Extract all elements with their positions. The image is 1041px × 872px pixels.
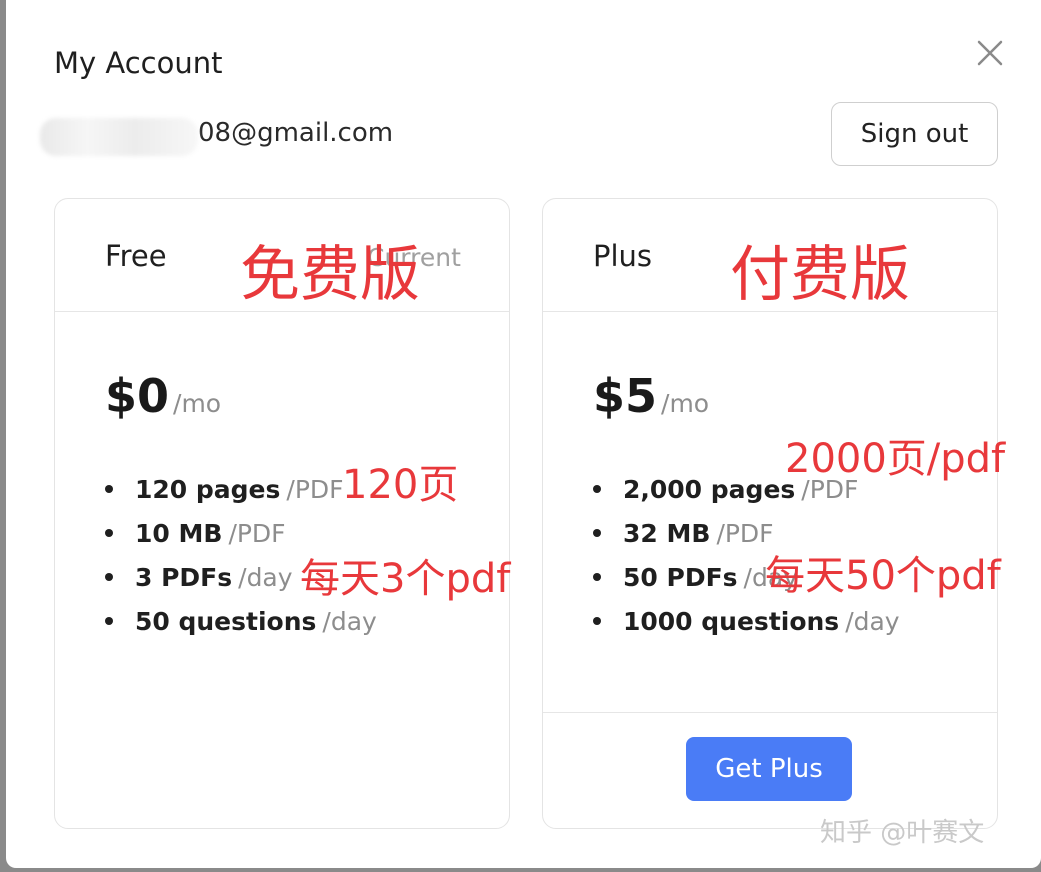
plan-price: $0/mo [105,369,221,423]
price-amount: $5 [593,369,658,423]
plan-price: $5/mo [593,369,709,423]
annotation-plus-title: 付费版 [730,240,910,310]
email-redaction [40,118,198,156]
feature-item: 50 questions/day [105,599,377,643]
feature-item: 1000 questions/day [593,599,900,643]
annotation-free-pdfs: 每天3个pdf [300,556,511,602]
feature-item: 120 pages/PDF [105,467,377,511]
sign-out-button[interactable]: Sign out [831,102,998,166]
price-unit: /mo [173,389,222,418]
annotation-free-title: 免费版 [240,240,420,310]
close-icon[interactable] [973,36,1007,70]
plan-name: Plus [593,239,653,273]
plan-name: Free [105,239,167,273]
annotation-plus-pdfs: 每天50个pdf [765,553,1001,599]
annotation-plus-pages: 2000页/pdf [785,436,1006,482]
plan-footer: Get Plus [543,712,997,828]
annotation-free-pages: 120页 [342,462,459,508]
get-plus-button[interactable]: Get Plus [686,737,852,801]
price-amount: $0 [105,369,170,423]
dialog-title: My Account [54,46,223,80]
price-unit: /mo [661,389,710,418]
watermark: 知乎 @叶赛文 [820,818,985,848]
